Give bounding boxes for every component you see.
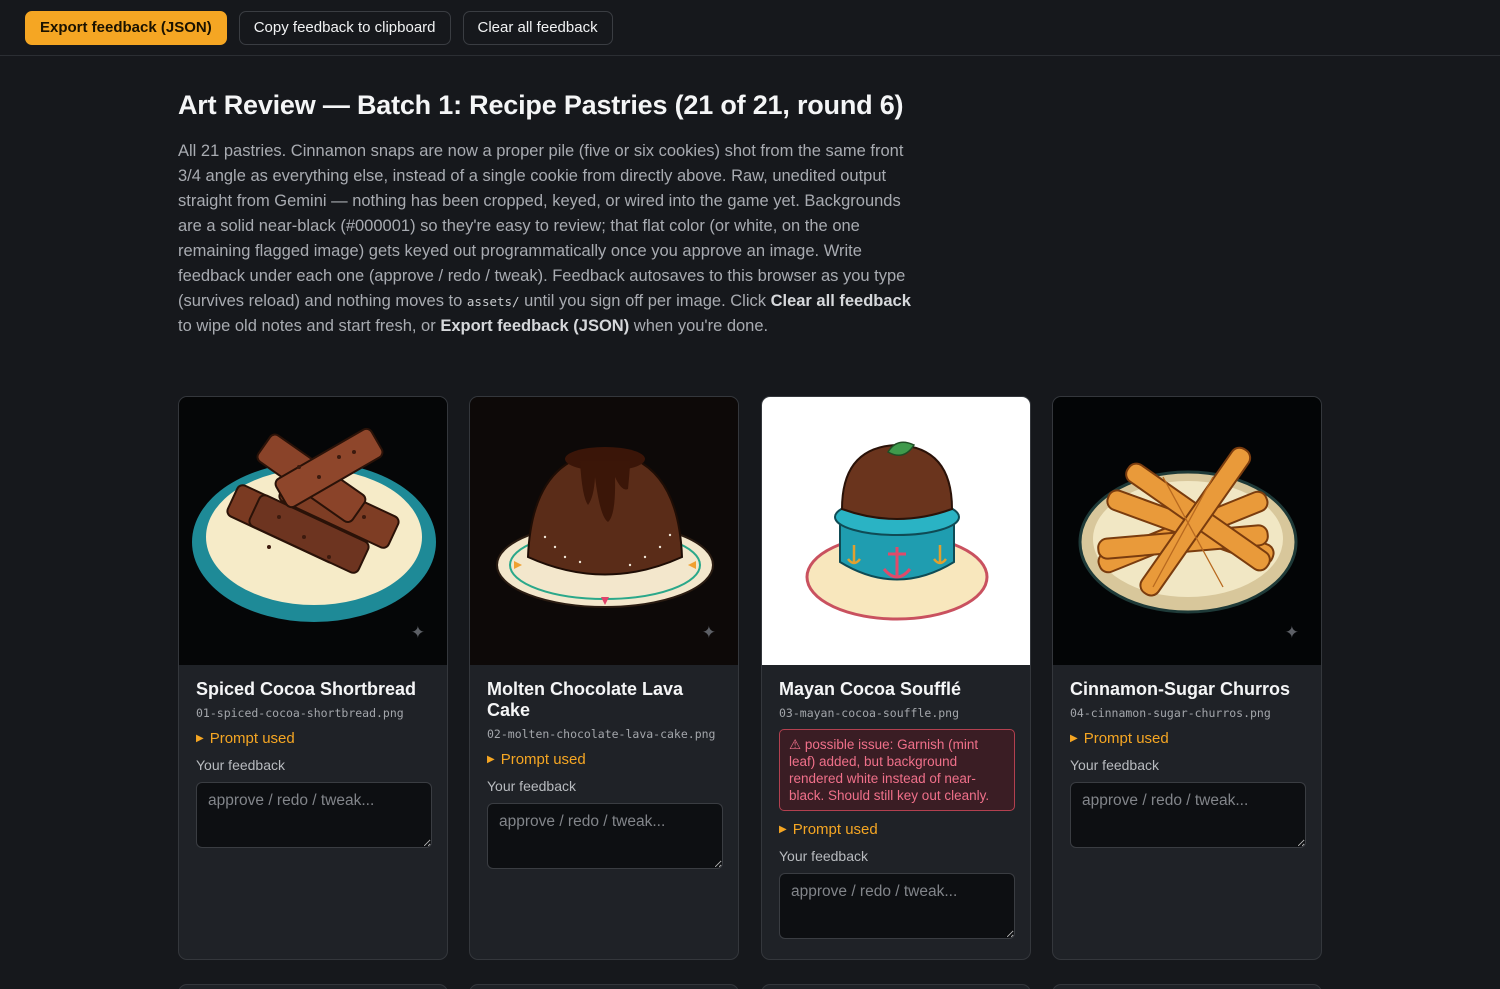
assets-code: assets/ [466,294,520,309]
prompt-label: Prompt used [792,821,878,838]
card-filename: 04-cinnamon-sugar-churros.png [1070,706,1271,720]
feedback-input[interactable] [779,873,1015,939]
clear-feedback-button[interactable]: Clear all feedback [462,10,613,45]
toolbar: Export feedback (JSON) Copy feedback to … [0,0,1500,56]
card-filename: 01-spiced-cocoa-shortbread.png [196,706,404,720]
intro-part: All 21 pastries. Cinnamon snaps are now … [178,142,906,310]
page-title: Art Review — Batch 1: Recipe Pastries (2… [178,90,904,120]
review-card-next-row [761,984,1031,989]
export-feedback-button[interactable]: Export feedback (JSON) [25,10,227,45]
sparkle-icon: ✦ [701,623,716,642]
sparkle-icon: ✦ [1284,623,1299,642]
intro-text: All 21 pastries. Cinnamon snaps are now … [178,139,913,339]
intro-part: to wipe old notes and start fresh, or [178,317,441,335]
sparkle-icon: ✦ [410,623,425,642]
feedback-label: Your feedback [779,848,868,864]
prompt-toggle[interactable]: ▶ Prompt used [196,730,432,747]
prompt-toggle[interactable]: ▶ Prompt used [1070,730,1306,747]
review-card: ✦ Molten Chocolate Lava Cake 02-molten-c… [469,396,739,960]
feedback-label: Your feedback [487,778,576,794]
review-card-next-row [178,984,448,989]
feedback-input[interactable] [1070,782,1306,848]
copy-feedback-button[interactable]: Copy feedback to clipboard [238,10,451,45]
card-title: Cinnamon-Sugar Churros [1070,679,1291,699]
review-card-next-row [469,984,739,989]
card-title: Molten Chocolate Lava Cake [487,679,684,720]
intro-part: when you're done. [629,317,769,335]
intro-part: until you sign off per image. Click [519,292,771,310]
caret-right-icon: ▶ [1070,733,1078,744]
review-card: ✦ Cinnamon-Sugar Churros 04-cinnamon-sug… [1052,396,1322,960]
prompt-label: Prompt used [1083,730,1169,747]
card-filename: 03-mayan-cocoa-souffle.png [779,706,960,720]
prompt-toggle[interactable]: ▶ Prompt used [487,751,723,768]
review-card-next-row [1052,984,1322,989]
churros-image: ✦ [1053,397,1321,665]
main-content: Art Review — Batch 1: Recipe Pastries (2… [178,56,1323,989]
feedback-input[interactable] [487,803,723,869]
feedback-label: Your feedback [196,757,285,773]
caret-right-icon: ▶ [196,733,204,744]
lava-cake-image: ✦ [470,397,738,665]
review-card: Mayan Cocoa Soufflé 03-mayan-cocoa-souff… [761,396,1031,960]
caret-right-icon: ▶ [779,824,787,835]
prompt-label: Prompt used [500,751,586,768]
card-title: Spiced Cocoa Shortbread [196,679,417,699]
feedback-input[interactable] [196,782,432,848]
card-title: Mayan Cocoa Soufflé [779,679,962,699]
issue-warning: ⚠ possible issue: Garnish (mint leaf) ad… [779,729,1015,811]
caret-right-icon: ▶ [487,754,495,765]
feedback-label: Your feedback [1070,757,1159,773]
card-filename: 02-molten-chocolate-lava-cake.png [487,727,716,741]
intro-export-emphasis: Export feedback (JSON) [440,317,630,335]
intro-clear-emphasis: Clear all feedback [770,292,911,310]
shortbread-image: ✦ [179,397,447,665]
prompt-toggle[interactable]: ▶ Prompt used [779,821,1015,838]
prompt-label: Prompt used [209,730,295,747]
review-card: ✦ Spiced Cocoa Shortbread 01-spiced-coco… [178,396,448,960]
image-grid: ✦ Spiced Cocoa Shortbread 01-spiced-coco… [178,396,1323,989]
souffle-image [762,397,1030,665]
